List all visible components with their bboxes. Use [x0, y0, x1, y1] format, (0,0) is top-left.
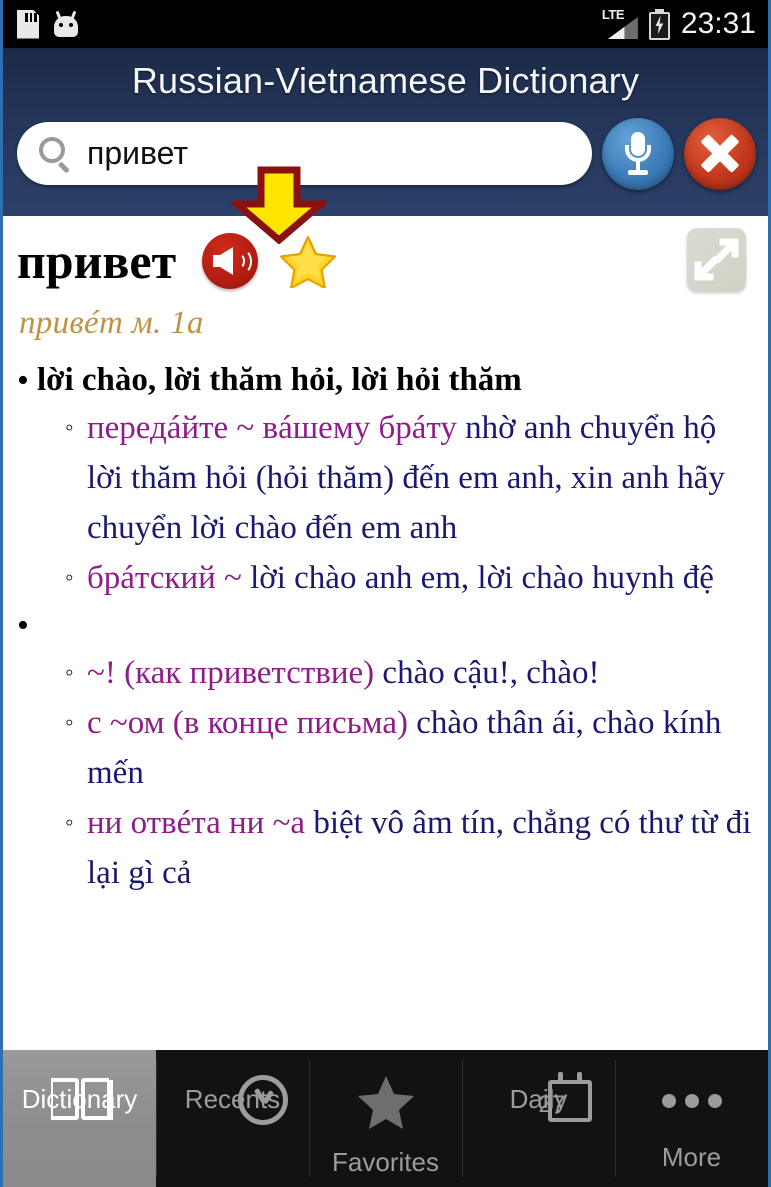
sense-item: • [17, 603, 756, 648]
expand-entry-button[interactable] [687, 228, 746, 291]
status-bar: LTE 23:31 [3, 0, 768, 48]
example-text: с ~ом (в конце письма) chào thân ái, chà… [87, 698, 756, 798]
example-text: ~! (как приветствие) chào cậu!, chào! [87, 648, 600, 698]
example-text: ни отвéта ни ~а biệt vô âm tín, chẳng có… [87, 798, 756, 898]
search-row: привет [17, 117, 756, 190]
example-vietnamese: lời chào anh em, lời chào huynh đệ [241, 560, 714, 596]
example-bullet: ◦ [65, 659, 74, 686]
example-bullet: ◦ [65, 709, 74, 736]
entry-headword: привет [17, 233, 177, 289]
example-russian: передáйте ~ вáшему брáту [87, 410, 457, 446]
clear-search-button[interactable] [684, 117, 756, 190]
example-item: ◦ с ~ом (в конце письма) chào thân ái, ch… [65, 698, 756, 798]
sense-item: • lời chào, lời thăm hỏi, lời hỏi thăm [17, 358, 756, 403]
example-bullet: ◦ [65, 414, 74, 441]
tab-more[interactable]: More [615, 1050, 768, 1187]
status-bar-clock: 23:31 [680, 7, 756, 40]
expand-icon [694, 238, 739, 281]
tab-dictionary[interactable]: Dictionary [3, 1050, 156, 1187]
status-bar-right-icons: LTE 23:31 [602, 7, 756, 41]
example-text: брáтский ~ lời chào anh em, lời chào huy… [87, 553, 714, 603]
tab-label: Dictionary [21, 1084, 138, 1114]
voice-search-button[interactable] [602, 117, 674, 190]
example-item: ◦ передáйте ~ вáшему брáту nhờ anh chuyển… [65, 403, 756, 553]
sense-gloss: lời chào, lời thăm hỏi, lời hỏi thăm [37, 362, 522, 398]
example-item: ◦ брáтский ~ lời chào anh em, lời chào hu… [65, 553, 756, 603]
dictionary-entry-panel[interactable]: привет привéт м. 1a • lời chào, lời thăm… [3, 216, 768, 1120]
phone-screen: LTE 23:31 Russian-Vietnamese Dictionary … [0, 0, 771, 1187]
tab-recents[interactable]: Recents [156, 1050, 309, 1187]
microphone-icon [622, 131, 654, 176]
annotation-down-arrow-icon [231, 166, 327, 244]
lte-label: LTE [601, 7, 625, 22]
entry-header: привет [17, 228, 756, 292]
tab-favorites[interactable]: Favorites [309, 1050, 462, 1187]
lte-signal-icon: LTE [601, 7, 638, 39]
android-robot-icon [53, 10, 79, 37]
example-russian: с ~ом (в конце письма) [87, 705, 408, 741]
example-item: ◦ ~! (как приветствие) chào cậu!, chào! [65, 648, 756, 698]
example-russian: ~! (как приветствие) [87, 655, 375, 691]
sense-bullet: • [17, 607, 29, 644]
clear-x-icon [684, 118, 756, 190]
tab-label: More [661, 1142, 722, 1172]
app-header: Russian-Vietnamese Dictionary привет [3, 48, 768, 216]
example-item: ◦ ни отвéта ни ~а biệt vô âm tín, chẳng c… [65, 798, 756, 898]
bottom-tab-bar: Dictionary Recents Favorites 27 Daily More [3, 1050, 768, 1187]
search-input-value: привет [87, 135, 189, 171]
sense-list: • lời chào, lời thăm hỏi, lời hỏi thăm ◦ пе… [17, 358, 756, 898]
battery-charging-icon [648, 8, 670, 40]
example-bullet: ◦ [65, 809, 74, 836]
example-bullet: ◦ [65, 564, 74, 591]
status-bar-left-icons [17, 9, 79, 39]
sense-bullet: • [17, 362, 29, 399]
tab-label: Favorites [332, 1147, 439, 1177]
tab-daily[interactable]: 27 Daily [462, 1050, 615, 1187]
ellipsis-icon [661, 1072, 723, 1130]
star-icon [355, 1072, 417, 1135]
example-russian: ни отвéта ни ~а [87, 805, 306, 841]
example-text: передáйте ~ вáшему брáту nhờ anh chuyển … [87, 403, 756, 553]
speaker-icon [213, 247, 253, 275]
pronunciation-line: привéт м. 1a [19, 305, 204, 341]
search-icon [39, 136, 73, 174]
sd-card-icon [17, 9, 39, 39]
example-vietnamese: chào cậu!, chào! [374, 655, 600, 691]
example-russian: брáтский ~ [87, 560, 242, 596]
page-title: Russian-Vietnamese Dictionary [131, 60, 640, 101]
